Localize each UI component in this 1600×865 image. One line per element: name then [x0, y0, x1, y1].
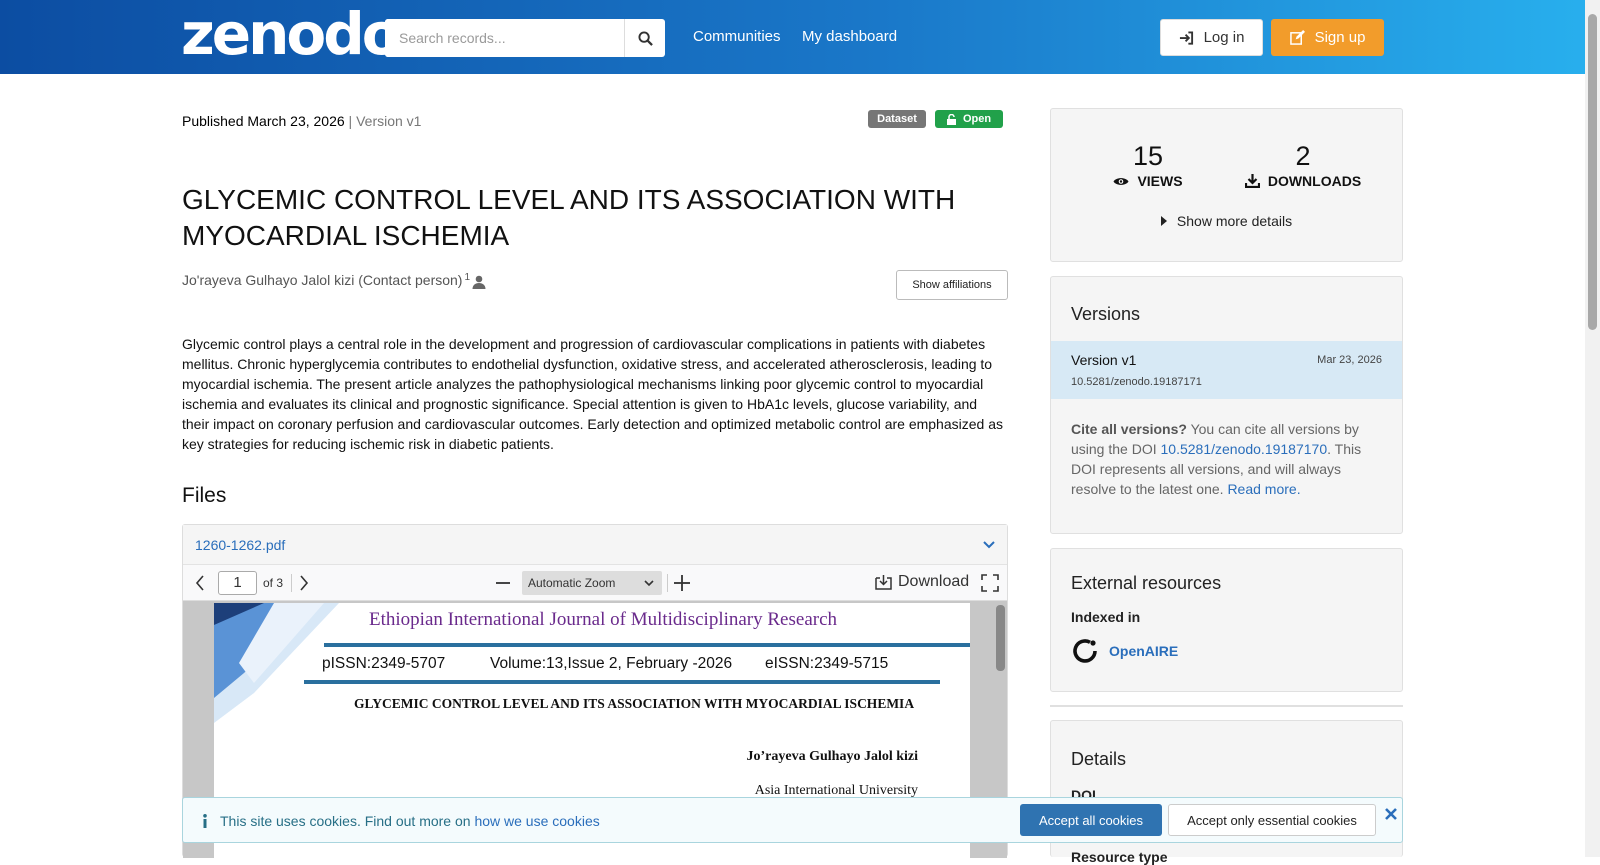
chevron-down-icon: [644, 580, 654, 587]
creator-name[interactable]: Jo'rayeva Gulhayo Jalol kizi (Contact pe…: [182, 272, 462, 288]
info-icon: [203, 814, 207, 828]
zoom-out-icon[interactable]: [495, 575, 511, 591]
pdf-article-title: GLYCEMIC CONTROL LEVEL AND ITS ASSOCIATI…: [353, 696, 915, 711]
stats-panel: 15 VIEWS 2 DOWNLOADS Show more details: [1050, 108, 1403, 262]
sign-in-icon: [1179, 30, 1193, 45]
versions-panel: Versions Version v1 Mar 23, 2026 10.5281…: [1050, 276, 1403, 534]
cookie-banner: This site uses cookies. Find out more on…: [182, 797, 1403, 843]
pdf-journal-title: Ethiopian International Journal of Multi…: [369, 609, 838, 630]
external-resources-panel: External resources Indexed in OpenAIRE: [1050, 548, 1403, 692]
scrollbar-thumb[interactable]: [1588, 14, 1597, 330]
search-bar: [385, 19, 665, 57]
page-count: of 3: [263, 576, 284, 590]
publication-info: Published March 23, 2026 | Version v1: [182, 113, 421, 129]
cookie-message: This site uses cookies. Find out more on…: [220, 813, 600, 829]
login-button[interactable]: Log in: [1160, 19, 1263, 56]
read-more-link[interactable]: Read more.: [1227, 481, 1300, 497]
page-number-input[interactable]: 1: [218, 571, 257, 595]
pdf-eissn: eISSN:2349-5715: [765, 655, 889, 672]
show-affiliations-button[interactable]: Show affiliations: [896, 270, 1008, 300]
previous-page-icon[interactable]: [195, 575, 205, 591]
next-page-icon[interactable]: [299, 575, 309, 591]
zoom-select[interactable]: Automatic Zoom: [522, 571, 662, 595]
page-scrollbar[interactable]: [1585, 0, 1600, 857]
record-title: GLYCEMIC CONTROL LEVEL AND ITS ASSOCIATI…: [182, 184, 956, 251]
pdf-toolbar: 1 of 3 Automatic Zoom Download: [183, 565, 1007, 601]
details-heading: Details: [1071, 749, 1127, 769]
nav-my-dashboard[interactable]: My dashboard: [802, 28, 897, 45]
search-input[interactable]: [385, 19, 624, 57]
access-badge: Open: [935, 110, 1003, 128]
signup-button[interactable]: Sign up: [1271, 19, 1384, 56]
downloads-label: DOWNLOADS: [1223, 173, 1383, 189]
accept-essential-cookies-button[interactable]: Accept only essential cookies: [1168, 804, 1376, 836]
cite-all-versions-text: Cite all versions? You can cite all vers…: [1071, 421, 1362, 497]
eye-icon: [1113, 177, 1129, 185]
concept-doi-link[interactable]: 10.5281/zenodo.19187170: [1161, 441, 1328, 457]
versions-heading: Versions: [1071, 304, 1141, 324]
indexed-in-label: Indexed in: [1071, 609, 1141, 625]
person-icon: [472, 275, 486, 289]
published-date: Published March 23, 2026: [182, 113, 345, 129]
creator-list: Jo'rayeva Gulhayo Jalol kizi (Contact pe…: [182, 272, 486, 289]
show-more-details-toggle[interactable]: Show more details: [1051, 213, 1402, 229]
top-navbar: zenodo Communities My dashboard Log in S…: [0, 0, 1600, 74]
affiliation-number: 1: [464, 272, 471, 283]
zoom-in-icon[interactable]: [673, 574, 691, 592]
toolbar-divider: [667, 574, 668, 592]
signup-label: Sign up: [1314, 29, 1366, 46]
views-label: VIEWS: [1068, 173, 1228, 189]
pdf-download-button[interactable]: Download: [875, 573, 969, 591]
views-count: 15: [1132, 141, 1164, 171]
resource-type-label: Resource type: [1071, 849, 1168, 865]
version-date: Mar 23, 2026: [1317, 354, 1382, 366]
fullscreen-icon[interactable]: [981, 574, 999, 592]
close-icon[interactable]: [1385, 808, 1397, 820]
search-icon: [637, 30, 653, 46]
openaire-icon: [1073, 639, 1097, 663]
unlock-icon: [946, 113, 956, 125]
pdf-rule: [324, 643, 970, 647]
cookie-policy-link[interactable]: how we use cookies: [474, 813, 599, 829]
openaire-link[interactable]: OpenAIRE: [1109, 643, 1178, 659]
pdf-scrollbar[interactable]: [996, 605, 1005, 671]
zenodo-logo[interactable]: zenodo: [181, 5, 402, 63]
pdf-rule: [304, 680, 940, 684]
toolbar-divider: [291, 574, 292, 592]
search-button[interactable]: [624, 19, 665, 57]
edit-icon: [1289, 30, 1305, 45]
pdf-author: Jo’rayeva Gulhayo Jalol kizi: [746, 749, 919, 764]
version-label: | Version v1: [344, 113, 422, 129]
downloads-count: 2: [1295, 141, 1311, 171]
files-heading: Files: [182, 484, 227, 507]
version-doi: 10.5281/zenodo.19187171: [1071, 376, 1202, 388]
version-row[interactable]: Version v1 Mar 23, 2026 10.5281/zenodo.1…: [1051, 341, 1402, 399]
external-resources-heading: External resources: [1071, 573, 1222, 593]
record-abstract: Glycemic control plays a central role in…: [182, 336, 1003, 452]
pdf-volume: Volume:13,Issue 2, February -2026: [490, 655, 733, 672]
caret-right-icon: [1160, 216, 1167, 226]
resource-type-badge: Dataset: [868, 110, 926, 128]
download-icon: [875, 575, 892, 590]
file-accordion-header[interactable]: 1260-1262.pdf: [183, 525, 1007, 565]
file-link[interactable]: 1260-1262.pdf: [195, 537, 285, 553]
accept-all-cookies-button[interactable]: Accept all cookies: [1020, 804, 1162, 836]
chevron-down-icon[interactable]: [983, 540, 995, 549]
pdf-pissn: pISSN:2349-5707: [322, 655, 446, 672]
login-label: Log in: [1203, 29, 1245, 46]
section-divider: [1050, 705, 1403, 707]
version-link[interactable]: Version v1: [1071, 352, 1136, 368]
nav-communities[interactable]: Communities: [693, 28, 781, 45]
download-icon: [1244, 174, 1260, 188]
